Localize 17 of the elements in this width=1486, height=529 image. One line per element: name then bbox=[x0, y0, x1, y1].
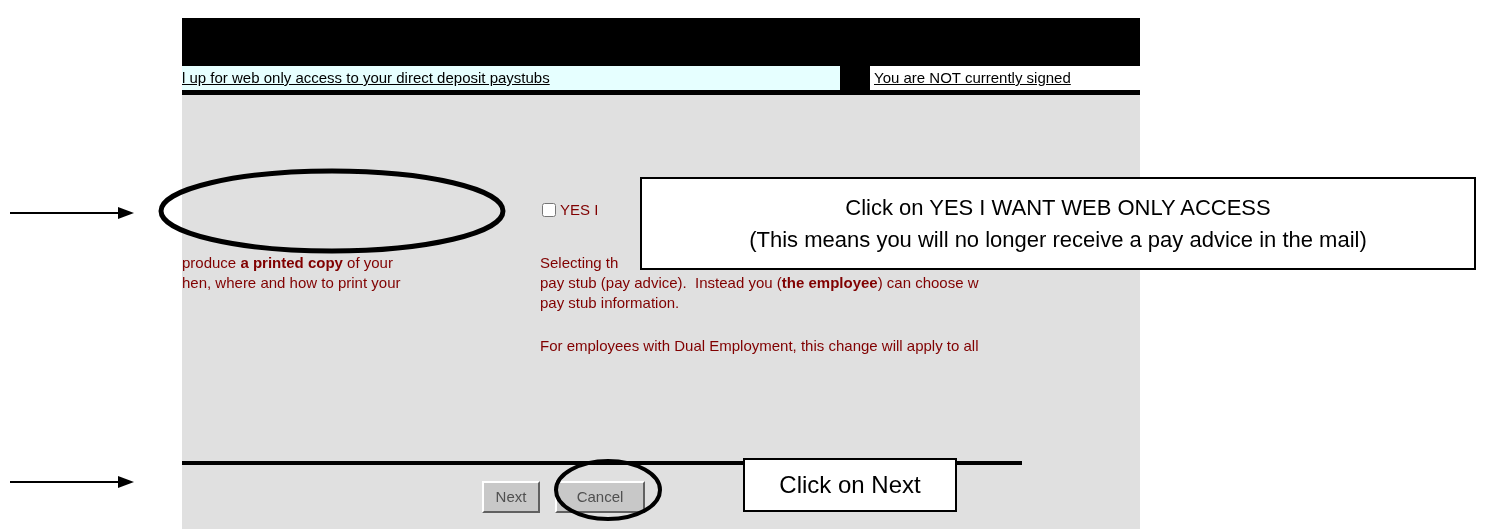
body-text: hen, where and how to print your bbox=[182, 273, 401, 293]
callout-text: (This means you will no longer receive a pay advice in the mail) bbox=[749, 225, 1367, 254]
body-text: Selecting th bbox=[540, 253, 619, 273]
callout-text: Click on Next bbox=[779, 470, 921, 500]
body-text: produce a printed copy of your bbox=[182, 253, 393, 273]
arrow-icon bbox=[10, 206, 134, 220]
web-only-checkbox[interactable] bbox=[542, 203, 556, 217]
note-text: For employees with Dual Employment, this change will apply to all bbox=[540, 336, 979, 356]
callout-text: Click on YES I WANT WEB ONLY ACCESS bbox=[845, 193, 1271, 222]
checkbox-label: YES I bbox=[560, 199, 599, 220]
body-text: pay stub information. bbox=[540, 293, 680, 313]
page-title: l up for web only access to your direct deposit paystubs bbox=[182, 66, 840, 90]
arrow-icon bbox=[10, 475, 134, 489]
status-message: You are NOT currently signed bbox=[870, 66, 1140, 90]
body-text: pay stub (pay advice). Instead you (the employee) can choose w bbox=[540, 273, 979, 293]
form-button[interactable]: Next bbox=[482, 481, 540, 513]
form-button[interactable]: Cancel bbox=[555, 481, 645, 513]
